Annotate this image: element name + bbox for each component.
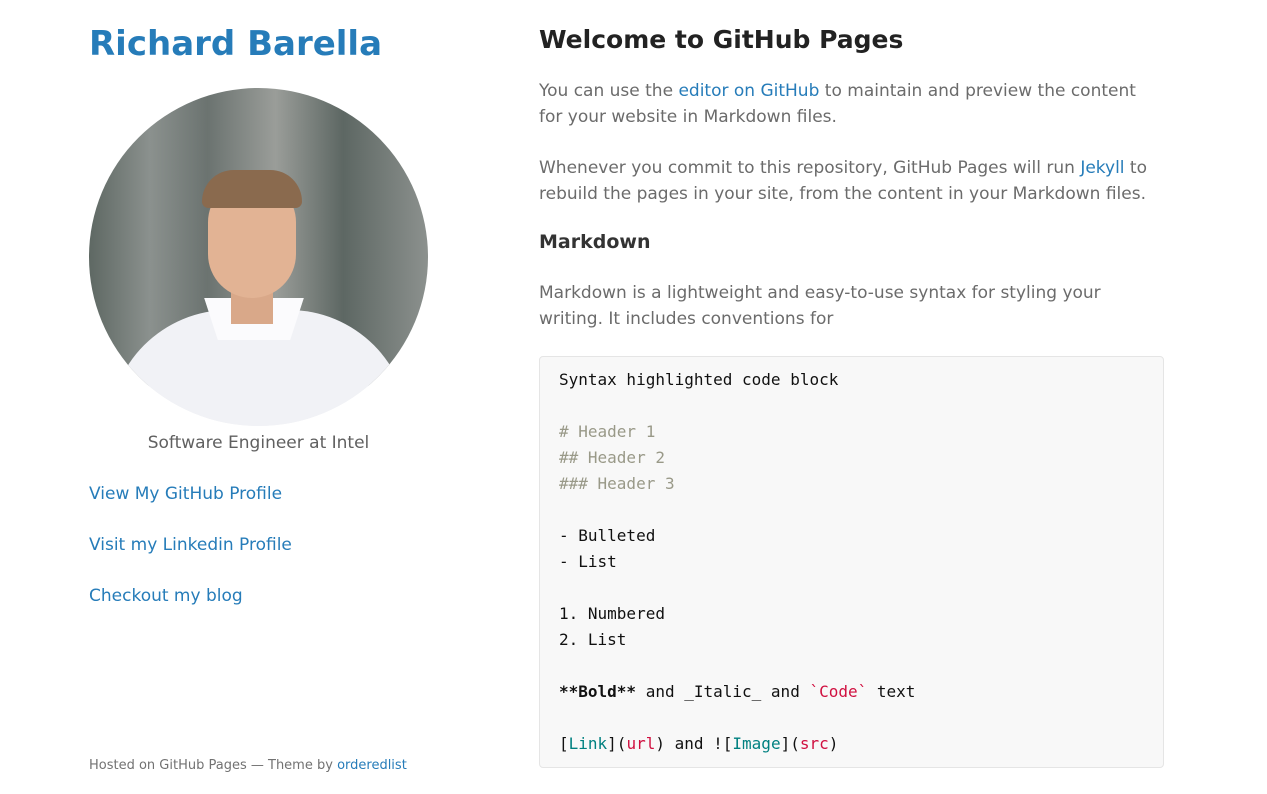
code-text: ](	[607, 734, 627, 753]
intro-text-start: You can use the	[539, 81, 679, 101]
code-inline-token: `Code`	[809, 682, 868, 701]
intro-paragraph: You can use the editor on GitHub to main…	[539, 78, 1164, 130]
code-link-token: Link	[568, 734, 608, 753]
code-text: ](	[780, 734, 800, 753]
blog-link[interactable]: Checkout my blog	[89, 586, 243, 606]
code-line: 2. List	[559, 630, 627, 649]
code-line: # Header 1	[559, 422, 656, 441]
code-block: Syntax highlighted code block # Header 1…	[539, 356, 1164, 768]
markdown-paragraph: Markdown is a lightweight and easy-to-us…	[539, 283, 1101, 329]
code-line: Syntax highlighted code block	[559, 370, 839, 389]
footer: Hosted on GitHub Pages — Theme by ordere…	[89, 758, 407, 773]
jekyll-paragraph: Whenever you commit to this repository, …	[539, 155, 1164, 207]
code-bold-token: **Bold**	[559, 682, 637, 701]
code-text: and _Italic_ and	[636, 682, 810, 701]
code-src-token: src	[799, 734, 829, 753]
code-text: ) and ![	[655, 734, 733, 753]
linkedin-profile-link[interactable]: Visit my Linkedin Profile	[89, 535, 292, 555]
page-heading: Welcome to GitHub Pages	[539, 25, 904, 54]
markdown-heading: Markdown	[539, 231, 651, 253]
photo-hair	[202, 170, 302, 208]
code-text: text	[867, 682, 916, 701]
code-line: ### Header 3	[559, 474, 675, 493]
code-line-links: [Link](url) and ![Image](src)	[559, 731, 1144, 757]
jekyll-text-start: Whenever you commit to this repository, …	[539, 158, 1081, 178]
sidebar: Richard Barella Software Engineer at Int…	[89, 22, 429, 606]
code-url-token: url	[626, 734, 656, 753]
editor-link[interactable]: editor on GitHub	[678, 81, 819, 101]
theme-link[interactable]: orderedlist	[337, 758, 407, 773]
profile-photo	[89, 88, 428, 426]
jekyll-link[interactable]: Jekyll	[1080, 158, 1124, 178]
code-line: ## Header 2	[559, 448, 665, 467]
footer-text: Hosted on GitHub Pages — Theme by	[89, 758, 338, 773]
code-image-token: Image	[732, 734, 781, 753]
code-line: - Bulleted	[559, 526, 656, 545]
main-content: Welcome to GitHub Pages You can use the …	[539, 24, 1164, 768]
code-text: [	[559, 734, 569, 753]
code-line: - List	[559, 552, 617, 571]
code-text: )	[828, 734, 839, 753]
code-line-formatting: **Bold** and _Italic_ and `Code` text	[559, 679, 1144, 705]
tagline: Software Engineer at Intel	[147, 433, 370, 453]
code-line: 1. Numbered	[559, 604, 665, 623]
github-profile-link[interactable]: View My GitHub Profile	[89, 484, 282, 504]
site-title[interactable]: Richard Barella	[89, 22, 429, 66]
